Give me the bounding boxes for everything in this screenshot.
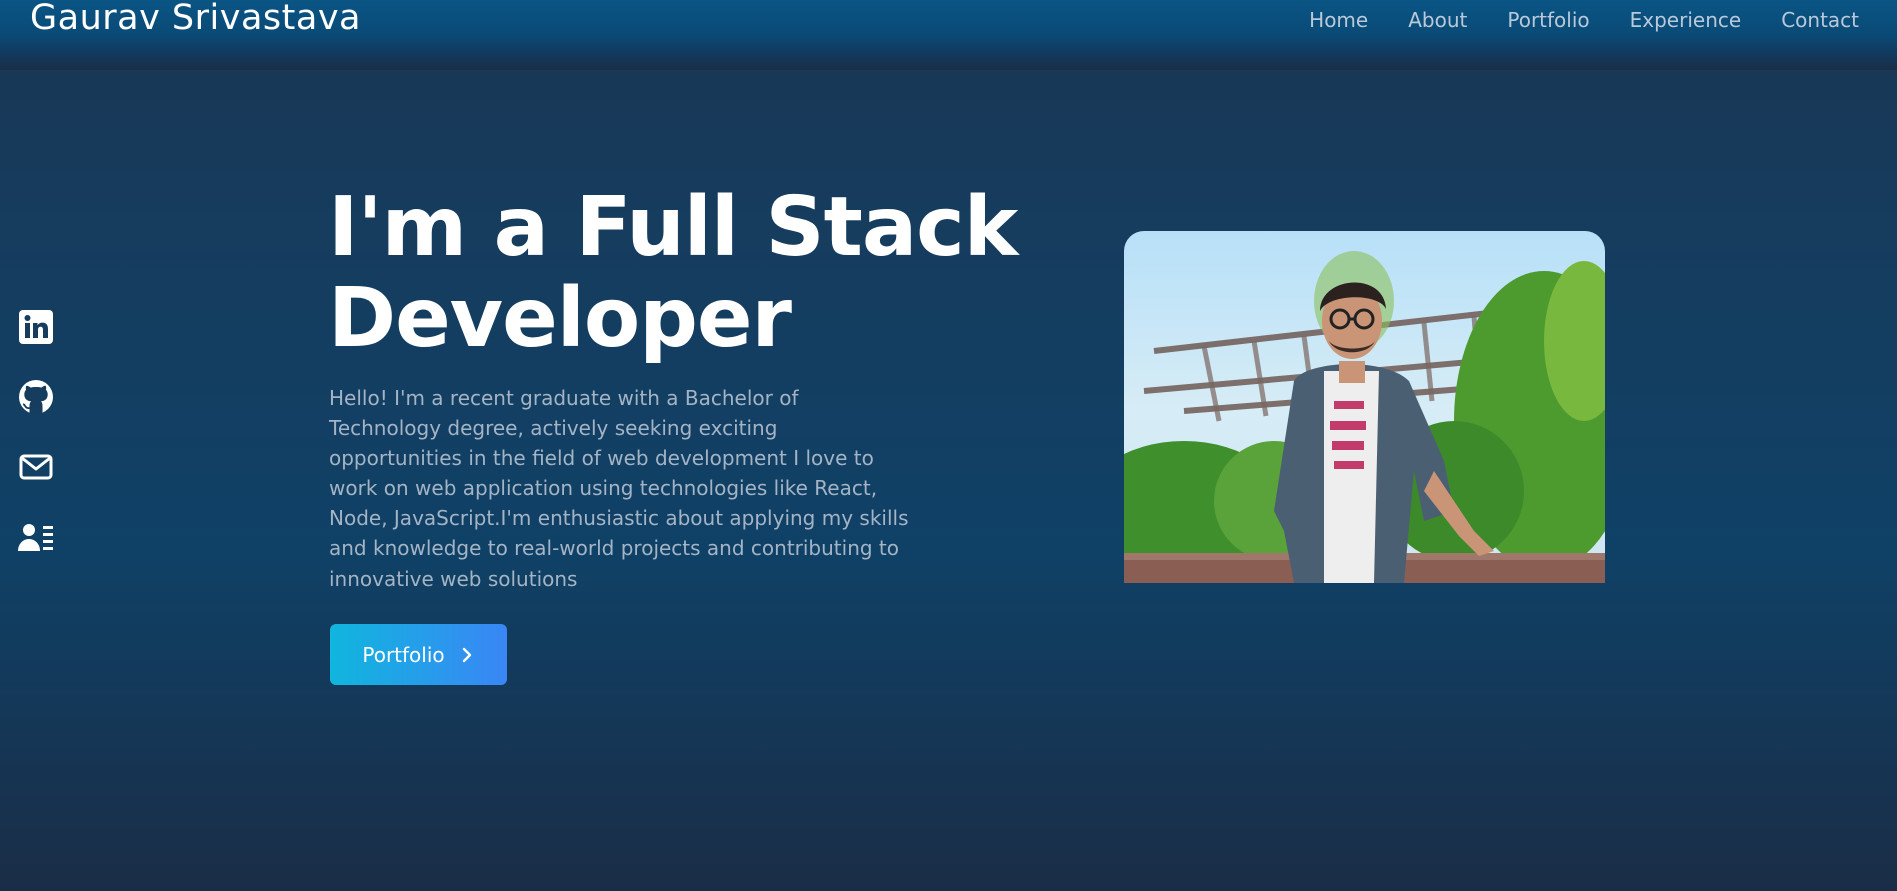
nav-portfolio[interactable]: Portfolio: [1507, 8, 1589, 32]
portfolio-button[interactable]: Portfolio: [330, 624, 507, 685]
nav-experience[interactable]: Experience: [1630, 8, 1742, 32]
linkedin-icon[interactable]: [17, 309, 55, 345]
top-navigation-bar: Gaurav Srivastava Home About Portfolio E…: [0, 0, 1897, 70]
resume-icon[interactable]: [17, 519, 55, 555]
social-links: [17, 309, 57, 555]
nav-home[interactable]: Home: [1309, 8, 1368, 32]
main-nav: Home About Portfolio Experience Contact: [1309, 8, 1859, 32]
github-icon[interactable]: [17, 379, 55, 415]
mail-icon[interactable]: [17, 449, 55, 485]
nav-about[interactable]: About: [1408, 8, 1467, 32]
profile-photo: [1124, 231, 1605, 583]
nav-contact[interactable]: Contact: [1781, 8, 1859, 32]
chevron-right-icon: [462, 647, 471, 662]
portfolio-button-label: Portfolio: [362, 642, 445, 667]
hero-description: Hello! I'm a recent graduate with a Bach…: [329, 386, 909, 591]
hero-title-line-1: I'm a Full Stack: [328, 180, 1018, 275]
hero-title-line-2: Developer: [328, 271, 792, 366]
hero-title: I'm a Full Stack Developer: [328, 182, 1088, 364]
site-brand[interactable]: Gaurav Srivastava: [30, 0, 361, 40]
